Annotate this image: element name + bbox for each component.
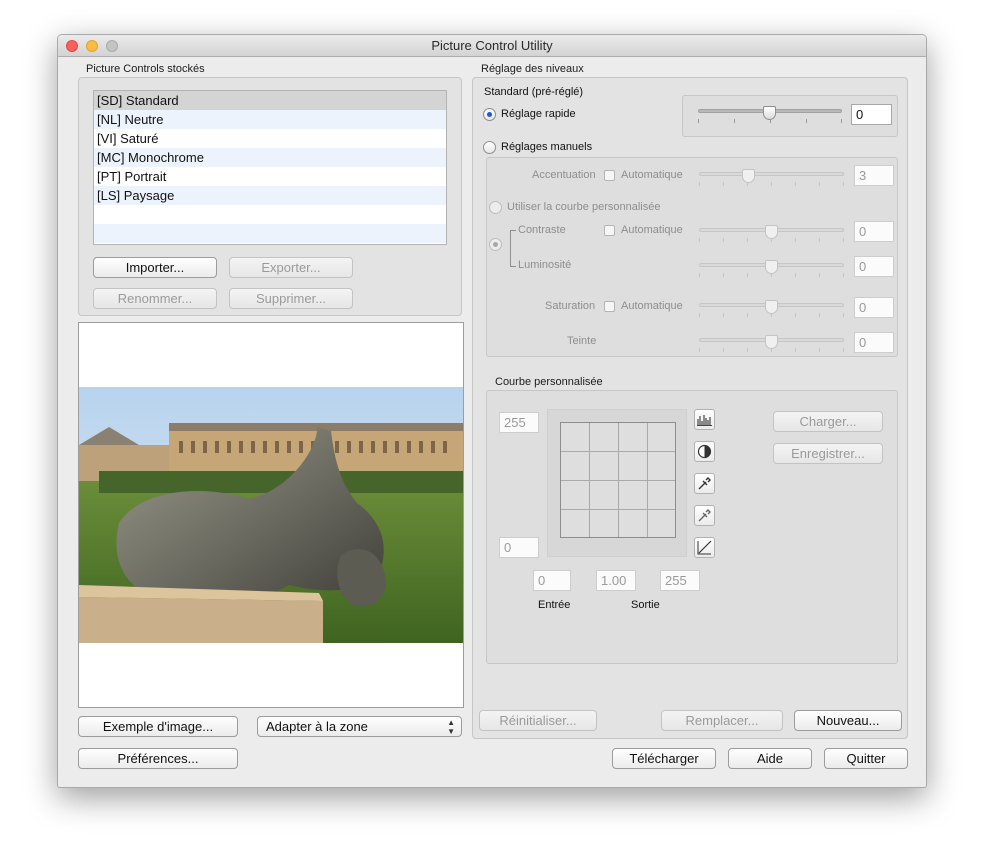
black-point-eyedropper-icon[interactable] <box>694 473 715 494</box>
sample-photo <box>79 387 463 643</box>
list-item-monochrome[interactable]: [MC] Monochrome <box>94 148 446 167</box>
quick-adjust-slider-thumb[interactable] <box>763 106 776 120</box>
new-button[interactable]: Nouveau... <box>794 710 902 731</box>
import-button[interactable]: Importer... <box>93 257 217 278</box>
fit-mode-select[interactable]: Adapter à la zone ▲ ▼ <box>257 716 462 737</box>
manual-adjust-label: Réglages manuels <box>501 141 593 153</box>
preferences-button[interactable]: Préférences... <box>78 748 238 769</box>
hue-label: Teinte <box>567 335 597 347</box>
quit-button[interactable]: Quitter <box>824 748 908 769</box>
entry-label: Entrée <box>538 599 571 611</box>
picture-control-list[interactable]: [SD] Standard [NL] Neutre [VI] Saturé [M… <box>93 90 447 245</box>
zoom-window-button[interactable] <box>106 40 118 52</box>
list-empty-row <box>94 224 446 243</box>
manual-adjust-box <box>486 157 898 357</box>
hue-slider-thumb[interactable] <box>765 335 778 349</box>
stored-controls-heading: Picture Controls stockés <box>86 63 205 75</box>
output-max-field[interactable]: 255 <box>499 412 539 433</box>
load-curve-button[interactable]: Charger... <box>773 411 883 432</box>
bracket <box>510 230 516 267</box>
list-empty-row <box>94 205 446 224</box>
list-item-paysage[interactable]: [LS] Paysage <box>94 186 446 205</box>
sharpening-slider[interactable] <box>699 172 844 176</box>
output-min-field[interactable]: 0 <box>499 537 539 558</box>
rename-button[interactable]: Renommer... <box>93 288 217 309</box>
list-item-standard[interactable]: [SD] Standard <box>94 91 446 110</box>
use-custom-curve-radio[interactable] <box>489 201 502 214</box>
output-label: Sortie <box>631 599 660 611</box>
hue-value-field[interactable]: 0 <box>854 332 894 353</box>
save-curve-button[interactable]: Enregistrer... <box>773 443 883 464</box>
gamma-field[interactable]: 1.00 <box>596 570 636 591</box>
brightness-value-field[interactable]: 0 <box>854 256 894 277</box>
list-item-portrait[interactable]: [PT] Portrait <box>94 167 446 186</box>
input-min-field[interactable]: 0 <box>533 570 571 591</box>
quick-adjust-radio[interactable] <box>483 108 496 121</box>
white-point-eyedropper-icon[interactable] <box>694 505 715 526</box>
saturation-value-field[interactable]: 0 <box>854 297 894 318</box>
minimize-window-button[interactable] <box>86 40 98 52</box>
contrast-auto-checkbox[interactable] <box>604 225 615 236</box>
list-item-sature[interactable]: [VI] Saturé <box>94 129 446 148</box>
manual-adjust-radio[interactable] <box>483 141 496 154</box>
window-title: Picture Control Utility <box>431 38 553 53</box>
linear-curve-icon[interactable] <box>694 537 715 558</box>
reset-button[interactable]: Réinitialiser... <box>479 710 597 731</box>
saturation-label: Saturation <box>545 300 596 312</box>
levels-heading: Réglage des niveaux <box>481 63 584 75</box>
sharpening-value-field[interactable]: 3 <box>854 165 894 186</box>
contrast-auto-label: Automatique <box>621 224 683 236</box>
contrast-brightness-radio[interactable] <box>489 238 502 251</box>
close-window-button[interactable] <box>66 40 78 52</box>
sample-image-button[interactable]: Exemple d'image... <box>78 716 238 737</box>
quick-adjust-value-field[interactable]: 0 <box>851 104 892 125</box>
saturation-slider-thumb[interactable] <box>765 300 778 314</box>
image-preview <box>78 322 464 708</box>
sharpening-auto-label: Automatique <box>621 169 683 181</box>
contrast-value-field[interactable]: 0 <box>854 221 894 242</box>
custom-curve-heading: Courbe personnalisée <box>495 376 603 388</box>
app-window: Picture Control Utility Picture Controls… <box>57 34 927 788</box>
list-item-neutre[interactable]: [NL] Neutre <box>94 110 446 129</box>
brightness-label: Luminosité <box>518 259 572 271</box>
curve-graph-area[interactable] <box>547 409 687 557</box>
title-bar: Picture Control Utility <box>58 35 926 57</box>
contrast-label: Contraste <box>518 224 566 236</box>
brightness-slider-thumb[interactable] <box>765 260 778 274</box>
replace-button[interactable]: Remplacer... <box>661 710 783 731</box>
saturation-auto-checkbox[interactable] <box>604 301 615 312</box>
use-custom-curve-label: Utiliser la courbe personnalisée <box>507 201 661 213</box>
contrast-slider-thumb[interactable] <box>765 225 778 239</box>
contrast-icon[interactable] <box>694 441 715 462</box>
help-button[interactable]: Aide <box>728 748 812 769</box>
delete-button[interactable]: Supprimer... <box>229 288 353 309</box>
updown-arrows-icon: ▲ ▼ <box>447 718 455 736</box>
quick-adjust-label: Réglage rapide <box>501 108 576 120</box>
sharpening-label: Accentuation <box>532 169 596 181</box>
preset-name: Standard (pré-réglé) <box>484 86 584 98</box>
sharpening-slider-thumb[interactable] <box>742 169 755 183</box>
curve-grid <box>560 422 676 538</box>
sharpening-auto-checkbox[interactable] <box>604 170 615 181</box>
saturation-auto-label: Automatique <box>621 300 683 312</box>
input-max-field[interactable]: 255 <box>660 570 700 591</box>
download-button[interactable]: Télécharger <box>612 748 716 769</box>
histogram-icon[interactable] <box>694 409 715 430</box>
fit-mode-value: Adapter à la zone <box>266 719 368 734</box>
export-button[interactable]: Exporter... <box>229 257 353 278</box>
